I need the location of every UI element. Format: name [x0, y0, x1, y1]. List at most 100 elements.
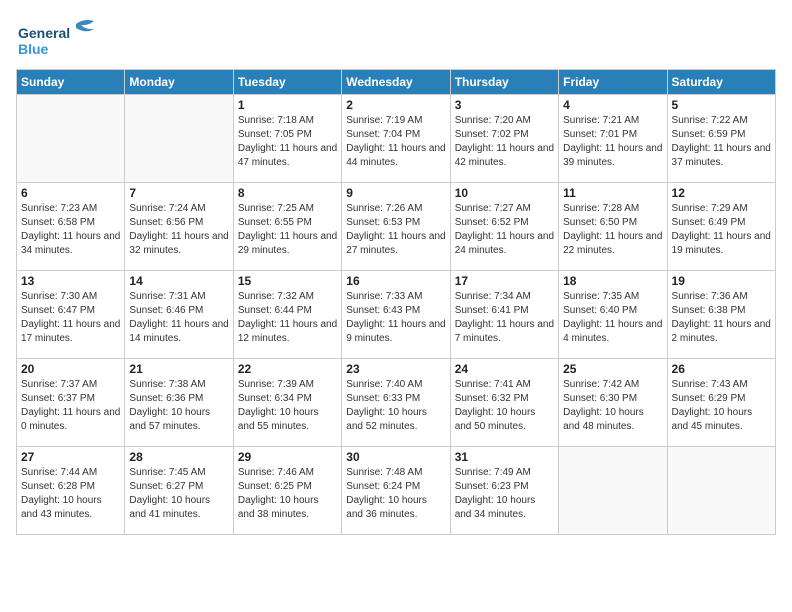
day-number: 23 — [346, 362, 445, 376]
day-number: 15 — [238, 274, 337, 288]
day-number: 24 — [455, 362, 554, 376]
day-number: 13 — [21, 274, 120, 288]
day-info: Sunrise: 7:32 AM Sunset: 6:44 PM Dayligh… — [238, 290, 337, 346]
calendar-cell: 26 Sunrise: 7:43 AM Sunset: 6:29 PM Dayli… — [667, 359, 775, 447]
calendar-cell: 4Sunrise: 7:21 AM Sunset: 7:01 PM Daylig… — [559, 95, 667, 183]
calendar-cell — [125, 95, 233, 183]
day-number: 5 — [672, 98, 771, 112]
day-info: Sunrise: 7:35 AM Sunset: 6:40 PM Dayligh… — [563, 290, 662, 346]
weekday-header-monday: Monday — [125, 70, 233, 95]
calendar-cell: 20 Sunrise: 7:37 AM Sunset: 6:37 PM Dayli… — [17, 359, 125, 447]
weekday-header-friday: Friday — [559, 70, 667, 95]
day-info: Sunrise: 7:27 AM Sunset: 6:52 PM Dayligh… — [455, 202, 554, 258]
day-info: Sunrise: 7:49 AM Sunset: 6:23 PM Dayligh… — [455, 466, 554, 522]
calendar-cell: 14 Sunrise: 7:31 AM Sunset: 6:46 PM Dayli… — [125, 271, 233, 359]
day-number: 12 — [672, 186, 771, 200]
weekday-header-saturday: Saturday — [667, 70, 775, 95]
week-row-5: 27 Sunrise: 7:44 AM Sunset: 6:28 PM Dayli… — [17, 447, 776, 535]
day-number: 18 — [563, 274, 662, 288]
calendar-cell: 25 Sunrise: 7:42 AM Sunset: 6:30 PM Dayli… — [559, 359, 667, 447]
day-info: Sunrise: 7:37 AM Sunset: 6:37 PM Dayligh… — [21, 378, 120, 434]
day-number: 6 — [21, 186, 120, 200]
calendar-cell: 23 Sunrise: 7:40 AM Sunset: 6:33 PM Dayli… — [342, 359, 450, 447]
day-info: Sunrise: 7:34 AM Sunset: 6:41 PM Dayligh… — [455, 290, 554, 346]
calendar-cell: 7Sunrise: 7:24 AM Sunset: 6:56 PM Daylig… — [125, 183, 233, 271]
week-row-1: 1 Sunrise: 7:18 AM Sunset: 7:05 PM Daylig… — [17, 95, 776, 183]
day-info: Sunrise: 7:46 AM Sunset: 6:25 PM Dayligh… — [238, 466, 337, 522]
calendar-cell: 22Sunrise: 7:39 AM Sunset: 6:34 PM Dayli… — [233, 359, 341, 447]
day-info: Sunrise: 7:38 AM Sunset: 6:36 PM Dayligh… — [129, 378, 228, 434]
day-info: Sunrise: 7:20 AM Sunset: 7:02 PM Dayligh… — [455, 114, 554, 170]
weekday-header-tuesday: Tuesday — [233, 70, 341, 95]
day-info: Sunrise: 7:23 AM Sunset: 6:58 PM Dayligh… — [21, 202, 120, 258]
day-info: Sunrise: 7:22 AM Sunset: 6:59 PM Dayligh… — [672, 114, 771, 170]
day-info: Sunrise: 7:21 AM Sunset: 7:01 PM Dayligh… — [563, 114, 662, 170]
calendar-cell: 28Sunrise: 7:45 AM Sunset: 6:27 PM Dayli… — [125, 447, 233, 535]
day-number: 16 — [346, 274, 445, 288]
calendar-cell — [559, 447, 667, 535]
day-info: Sunrise: 7:39 AM Sunset: 6:34 PM Dayligh… — [238, 378, 337, 434]
calendar-cell: 19 Sunrise: 7:36 AM Sunset: 6:38 PM Dayli… — [667, 271, 775, 359]
day-number: 19 — [672, 274, 771, 288]
logo: General Blue — [16, 16, 106, 61]
calendar-cell: 27 Sunrise: 7:44 AM Sunset: 6:28 PM Dayli… — [17, 447, 125, 535]
day-info: Sunrise: 7:41 AM Sunset: 6:32 PM Dayligh… — [455, 378, 554, 434]
day-number: 29 — [238, 450, 337, 464]
calendar-cell: 24 Sunrise: 7:41 AM Sunset: 6:32 PM Dayli… — [450, 359, 558, 447]
day-number: 27 — [21, 450, 120, 464]
week-row-4: 20 Sunrise: 7:37 AM Sunset: 6:37 PM Dayli… — [17, 359, 776, 447]
day-info: Sunrise: 7:19 AM Sunset: 7:04 PM Dayligh… — [346, 114, 445, 170]
calendar-cell: 1 Sunrise: 7:18 AM Sunset: 7:05 PM Daylig… — [233, 95, 341, 183]
calendar-cell — [17, 95, 125, 183]
day-number: 30 — [346, 450, 445, 464]
day-info: Sunrise: 7:40 AM Sunset: 6:33 PM Dayligh… — [346, 378, 445, 434]
day-number: 31 — [455, 450, 554, 464]
calendar-cell: 11 Sunrise: 7:28 AM Sunset: 6:50 PM Dayli… — [559, 183, 667, 271]
day-number: 26 — [672, 362, 771, 376]
day-number: 17 — [455, 274, 554, 288]
calendar-cell: 15 Sunrise: 7:32 AM Sunset: 6:44 PM Dayli… — [233, 271, 341, 359]
week-row-3: 13Sunrise: 7:30 AM Sunset: 6:47 PM Dayli… — [17, 271, 776, 359]
day-number: 20 — [21, 362, 120, 376]
day-number: 8 — [238, 186, 337, 200]
calendar-cell: 2 Sunrise: 7:19 AM Sunset: 7:04 PM Daylig… — [342, 95, 450, 183]
day-info: Sunrise: 7:42 AM Sunset: 6:30 PM Dayligh… — [563, 378, 662, 434]
day-info: Sunrise: 7:48 AM Sunset: 6:24 PM Dayligh… — [346, 466, 445, 522]
day-info: Sunrise: 7:33 AM Sunset: 6:43 PM Dayligh… — [346, 290, 445, 346]
day-info: Sunrise: 7:44 AM Sunset: 6:28 PM Dayligh… — [21, 466, 120, 522]
calendar-cell: 21 Sunrise: 7:38 AM Sunset: 6:36 PM Dayli… — [125, 359, 233, 447]
day-info: Sunrise: 7:31 AM Sunset: 6:46 PM Dayligh… — [129, 290, 228, 346]
day-number: 2 — [346, 98, 445, 112]
day-info: Sunrise: 7:28 AM Sunset: 6:50 PM Dayligh… — [563, 202, 662, 258]
page-header: General Blue — [16, 16, 776, 61]
day-info: Sunrise: 7:18 AM Sunset: 7:05 PM Dayligh… — [238, 114, 337, 170]
svg-text:General: General — [18, 25, 70, 41]
day-info: Sunrise: 7:26 AM Sunset: 6:53 PM Dayligh… — [346, 202, 445, 258]
svg-text:Blue: Blue — [18, 41, 49, 57]
calendar-cell: 13Sunrise: 7:30 AM Sunset: 6:47 PM Dayli… — [17, 271, 125, 359]
calendar-cell: 8 Sunrise: 7:25 AM Sunset: 6:55 PM Daylig… — [233, 183, 341, 271]
calendar-cell: 6 Sunrise: 7:23 AM Sunset: 6:58 PM Daylig… — [17, 183, 125, 271]
day-info: Sunrise: 7:43 AM Sunset: 6:29 PM Dayligh… — [672, 378, 771, 434]
day-number: 21 — [129, 362, 228, 376]
calendar-cell: 12Sunrise: 7:29 AM Sunset: 6:49 PM Dayli… — [667, 183, 775, 271]
calendar-cell: 31 Sunrise: 7:49 AM Sunset: 6:23 PM Dayli… — [450, 447, 558, 535]
day-number: 11 — [563, 186, 662, 200]
day-number: 14 — [129, 274, 228, 288]
calendar-cell — [667, 447, 775, 535]
day-info: Sunrise: 7:25 AM Sunset: 6:55 PM Dayligh… — [238, 202, 337, 258]
day-number: 1 — [238, 98, 337, 112]
day-number: 3 — [455, 98, 554, 112]
calendar-cell: 5 Sunrise: 7:22 AM Sunset: 6:59 PM Daylig… — [667, 95, 775, 183]
calendar-cell: 9 Sunrise: 7:26 AM Sunset: 6:53 PM Daylig… — [342, 183, 450, 271]
day-number: 25 — [563, 362, 662, 376]
calendar-cell: 29 Sunrise: 7:46 AM Sunset: 6:25 PM Dayli… — [233, 447, 341, 535]
calendar-cell: 3 Sunrise: 7:20 AM Sunset: 7:02 PM Daylig… — [450, 95, 558, 183]
day-number: 9 — [346, 186, 445, 200]
day-info: Sunrise: 7:24 AM Sunset: 6:56 PM Dayligh… — [129, 202, 228, 258]
day-info: Sunrise: 7:45 AM Sunset: 6:27 PM Dayligh… — [129, 466, 228, 522]
day-info: Sunrise: 7:36 AM Sunset: 6:38 PM Dayligh… — [672, 290, 771, 346]
weekday-header-thursday: Thursday — [450, 70, 558, 95]
logo-svg: General Blue — [16, 16, 106, 61]
calendar-cell: 10Sunrise: 7:27 AM Sunset: 6:52 PM Dayli… — [450, 183, 558, 271]
